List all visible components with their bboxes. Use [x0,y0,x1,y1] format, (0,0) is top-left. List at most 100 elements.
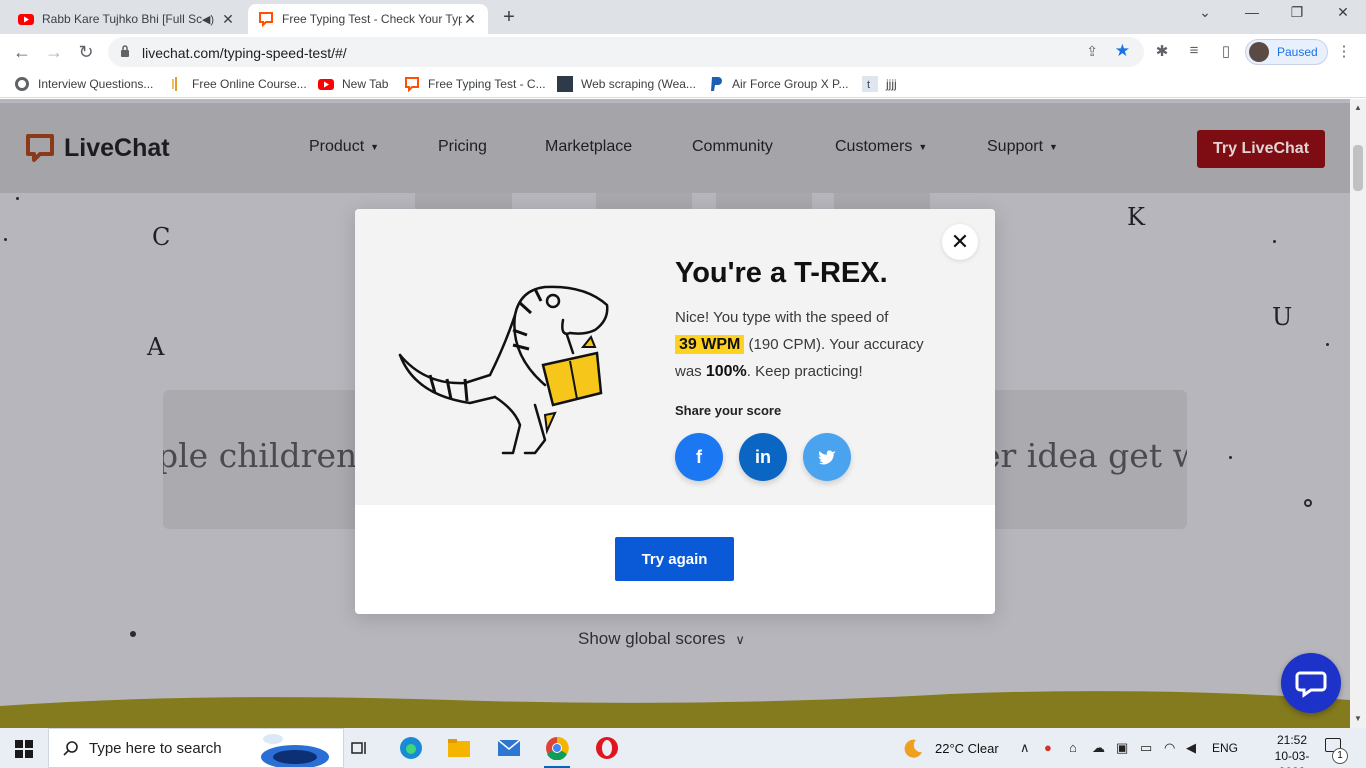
windows-start-icon[interactable] [15,740,33,758]
address-bar[interactable]: livechat.com/typing-speed-test/#/ ⇪ ★ [108,37,1144,67]
typing-text-right: er idea get w [981,436,1187,475]
clock[interactable]: 21:52 10-03-2023 [1262,732,1322,768]
weather-text[interactable]: 22°C Clear [935,741,999,756]
browser-toolbar: ← → ↻ livechat.com/typing-speed-test/#/ … [0,34,1366,70]
bookmark-star-icon[interactable]: ★ [1115,41,1130,61]
close-modal-button[interactable]: ✕ [942,224,978,260]
youtube-icon [318,79,334,90]
minimize-button[interactable]: — [1237,4,1267,20]
taskbar-search-input[interactable]: Type here to search [48,728,344,768]
search-icon [63,741,78,756]
share-icon[interactable]: ⇪ [1086,43,1098,60]
typing-text-left: ple children t [163,436,381,475]
battery-icon[interactable]: ▭ [1140,740,1152,756]
restore-button[interactable]: ❐ [1282,4,1312,21]
lock-icon [121,45,129,57]
tab-strip: Rabb Kare Tujhko Bhi [Full Sc ◀) ✕ Free … [0,0,1366,34]
bookmark-item[interactable]: New Tab [318,76,388,92]
nav-pricing[interactable]: Pricing [438,138,487,156]
nav-support[interactable]: Support ▼ [987,138,1058,156]
floating-letter: C [152,223,171,251]
bookmarks-bar: Interview Questions... Free Online Cours… [0,70,1366,98]
edge-icon[interactable] [396,734,426,762]
youtube-icon [18,14,34,25]
url-text: livechat.com/typing-speed-test/#/ [142,45,347,61]
result-text: Nice! You type with the speed of 39 WPM … [675,309,924,380]
chat-widget-button[interactable] [1281,653,1341,713]
extensions-icon[interactable]: ✱ [1152,42,1172,60]
tab-youtube[interactable]: Rabb Kare Tujhko Bhi [Full Sc ◀) ✕ [8,4,246,34]
new-tab-button[interactable]: + [498,6,520,29]
chevron-up-icon[interactable]: ∧ [1020,740,1030,756]
try-livechat-button[interactable]: Try LiveChat [1197,130,1325,168]
profile-button[interactable]: Paused [1245,39,1328,65]
floating-letter: U [1272,303,1293,331]
volume-icon[interactable]: ◀ [1186,740,1196,756]
media-control-icon[interactable]: ≡ [1184,42,1204,59]
avatar [1249,42,1269,62]
tab-typing-test[interactable]: Free Typing Test - Check Your Typ ✕ [248,4,488,34]
chrome-icon[interactable] [542,734,572,768]
close-tab-icon[interactable]: ✕ [220,11,236,28]
page-scrollbar[interactable]: ▲ ▼ [1350,99,1366,728]
scroll-thumb[interactable] [1353,145,1363,191]
meet-icon[interactable]: ⌂ [1069,740,1077,755]
dot [130,631,136,637]
side-panel-icon[interactable]: ▯ [1216,42,1236,60]
bookmark-item[interactable]: Free Online Course... [168,76,307,92]
caret-down-icon: ▼ [1049,141,1058,152]
bookmark-item[interactable]: t jjjj [862,76,897,92]
nav-customers[interactable]: Customers ▼ [835,138,927,156]
tab-search-icon[interactable]: ⌄ [1190,4,1220,21]
site-header: LiveChat Product ▼ Pricing Marketplace Co… [0,103,1350,193]
bookmark-item[interactable]: Interview Questions... [14,76,153,92]
twitter-share-button[interactable] [803,433,851,481]
close-window-button[interactable]: ✕ [1328,4,1358,21]
speaker-icon[interactable]: ◀) [202,13,214,26]
dot [16,197,19,200]
twitter-icon [818,450,836,465]
try-again-button[interactable]: Try again [615,537,734,581]
linkedin-icon: in [755,446,771,467]
dot [1273,240,1276,243]
search-highlight-image [261,734,329,767]
opera-icon[interactable] [592,734,622,762]
dot [1304,499,1312,507]
nav-marketplace[interactable]: Marketplace [545,138,632,156]
close-tab-icon[interactable]: ✕ [462,11,478,28]
bookmark-item[interactable]: Web scraping (Wea... [557,76,696,92]
notification-count: 1 [1332,748,1348,764]
show-global-scores[interactable]: Show global scores ∨ [578,629,745,649]
forward-button[interactable]: → [42,40,66,64]
back-button[interactable]: ← [10,40,34,64]
scroll-down-icon[interactable]: ▼ [1354,714,1362,723]
logo-text: LiveChat [64,133,170,162]
tray-app-icon[interactable]: ● [1044,740,1052,755]
scroll-up-icon[interactable]: ▲ [1354,103,1362,112]
wifi-icon[interactable]: ◠ [1164,740,1175,756]
mail-icon[interactable] [494,734,524,762]
reload-button[interactable]: ↻ [74,40,98,64]
chat-icon [1295,671,1327,698]
facebook-icon: f [696,446,702,467]
bookmark-item[interactable]: Free Typing Test - C... [404,76,546,92]
close-icon: ✕ [950,229,970,254]
dot [4,238,7,241]
linkedin-share-button[interactable]: in [739,433,787,481]
task-view-icon[interactable] [345,734,375,762]
facebook-share-button[interactable]: f [675,433,723,481]
livechat-logo-icon [26,134,54,162]
menu-icon[interactable]: ⋮ [1334,42,1354,60]
display-icon[interactable]: ▣ [1116,740,1128,756]
file-explorer-icon[interactable] [444,734,474,762]
floating-letter: K [1127,203,1145,231]
nav-product[interactable]: Product ▼ [309,138,379,156]
nav-community[interactable]: Community [692,138,773,156]
svg-text:t: t [867,79,870,91]
onedrive-icon[interactable]: ☁ [1092,740,1105,756]
chevron-down-icon: ∨ [735,632,745,647]
tumblr-icon: t [862,76,878,92]
bookmark-item[interactable]: Air Force Group X P... [708,76,849,92]
livechat-logo[interactable]: LiveChat [24,132,170,164]
language-indicator[interactable]: ENG [1212,741,1238,755]
